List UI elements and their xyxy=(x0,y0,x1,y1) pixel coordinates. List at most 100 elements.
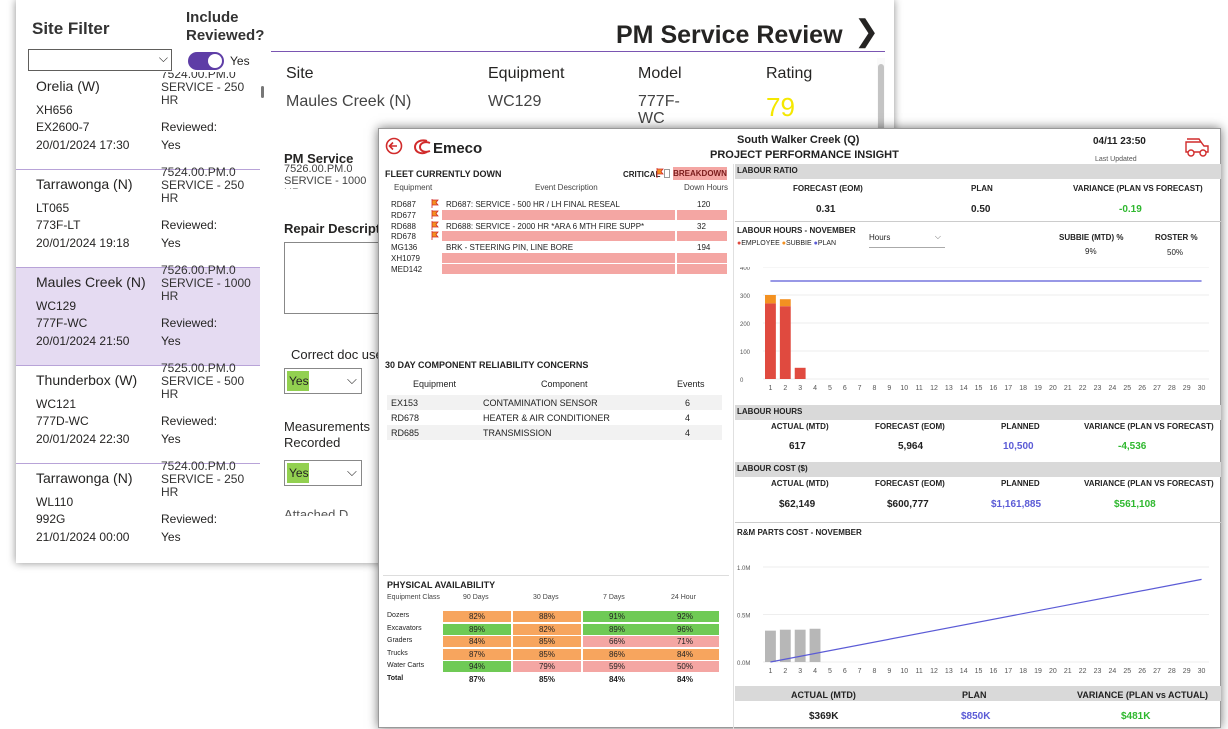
fleet-hours: 120 xyxy=(697,200,711,209)
x-tick-label: 25 xyxy=(1123,385,1131,392)
back-arrow-icon[interactable] xyxy=(385,137,403,155)
x-tick-label: 8 xyxy=(873,668,877,675)
x-tick-label: 11 xyxy=(915,385,922,392)
hours-dropdown[interactable]: Hours ⌵ xyxy=(869,232,945,248)
critical-flag-icon xyxy=(431,231,439,241)
breakdown-highlight xyxy=(442,253,675,263)
x-tick-label: 30 xyxy=(1198,668,1206,675)
list-item[interactable]: Thunderbox (W) WC121 777D-WC 20/01/2024 22:… xyxy=(16,362,260,464)
y-tick-label: 400 xyxy=(740,267,751,272)
list-item[interactable]: Tarrawonga (N) LT065 773F-LT 20/01/2024 19:… xyxy=(16,166,260,268)
rel-col-component: Component xyxy=(541,379,588,389)
x-tick-label: 27 xyxy=(1153,668,1161,675)
last-updated-time: 04/11 23:50 xyxy=(1093,136,1146,147)
critical-checkbox[interactable] xyxy=(664,169,670,178)
x-tick-label: 20 xyxy=(1049,385,1057,392)
labour-hours-bar xyxy=(735,405,1221,420)
emeco-logo-icon xyxy=(413,139,431,155)
x-tick-label: 17 xyxy=(1004,668,1012,675)
x-tick-label: 10 xyxy=(900,385,908,392)
site-filter-label: Site Filter xyxy=(32,19,110,38)
fleet-equipment: XH1079 xyxy=(391,254,420,263)
list-item[interactable]: Orelia (W) XH656 EX2600-7 20/01/2024 17:30 7… xyxy=(16,72,260,170)
selected-value: Yes xyxy=(287,463,309,483)
labour-cost-title: LABOUR COST ($) xyxy=(737,464,808,473)
chevron-down-icon: ⌵ xyxy=(347,464,357,479)
repair-description-input[interactable] xyxy=(284,242,380,314)
lr-forecast-value: 0.31 xyxy=(816,204,836,215)
x-tick-label: 16 xyxy=(990,385,998,392)
chart-legend: ●EMPLOYEE ●SUBBIE ●PLAN xyxy=(737,240,837,247)
card-model: EX2600-7 xyxy=(36,120,90,134)
labour-ratio-title: LABOUR RATIO xyxy=(737,166,798,175)
card-reviewed: Yes xyxy=(161,530,181,544)
pa-cell: 92% xyxy=(651,611,719,622)
x-tick-label: 15 xyxy=(975,385,983,392)
y-tick-label: 300 xyxy=(740,294,751,300)
reliability-row[interactable] xyxy=(387,425,722,440)
x-tick-label: 29 xyxy=(1183,668,1191,675)
critical-legend-label: CRITICAL xyxy=(623,170,661,179)
site-filter-dropdown[interactable]: ⌵ xyxy=(28,49,172,71)
selected-value: Yes xyxy=(287,371,309,391)
card-datetime: 20/01/2024 19:18 xyxy=(36,236,130,250)
x-tick-label: 9 xyxy=(887,668,891,675)
equipment-header: Equipment xyxy=(488,65,565,82)
card-datetime: 20/01/2024 17:30 xyxy=(36,138,130,152)
lr-plan-header: PLAN xyxy=(971,184,993,193)
x-tick-label: 12 xyxy=(930,385,938,392)
breakdown-highlight xyxy=(677,253,727,263)
card-reviewed-label: Reviewed: xyxy=(161,512,218,526)
list-scrollbar[interactable] xyxy=(260,72,266,542)
x-tick-label: 12 xyxy=(930,668,938,675)
lc-variance-value: $561,108 xyxy=(1114,499,1156,510)
include-reviewed-toggle[interactable] xyxy=(188,52,224,70)
col-down-hours: Down Hours xyxy=(684,183,729,192)
x-tick-label: 25 xyxy=(1123,668,1131,675)
correct-doc-select[interactable]: Yes ⌵ xyxy=(284,368,362,394)
lc-planned-value: $1,161,885 xyxy=(991,499,1042,510)
pa-header: 7 Days xyxy=(603,594,625,601)
list-item[interactable]: Maules Creek (N) WC129 777F-WC 20/01/2024 2… xyxy=(16,264,260,366)
rm-parts-title: R&M PARTS COST - NOVEMBER xyxy=(737,528,862,537)
fleet-event: BRK - STEERING PIN, LINE BORE xyxy=(446,243,574,253)
chevron-down-icon: ⌵ xyxy=(158,51,168,65)
rm-plan-header: PLAN xyxy=(962,690,987,700)
card-site: Tarrawonga (N) xyxy=(36,470,133,486)
x-tick-label: 23 xyxy=(1094,385,1102,392)
equipment-value: WC129 xyxy=(488,93,542,110)
lh-forecast-value: 5,964 xyxy=(898,441,924,452)
y-tick-label: 100 xyxy=(740,350,751,356)
list-item[interactable]: Tarrawonga (N) WL110 992G 21/01/2024 00:00 7… xyxy=(16,460,260,557)
fleet-event: RD687: SERVICE - 500 HR / LH FINAL RESEA… xyxy=(446,200,620,209)
rel-equipment: RD685 xyxy=(391,428,420,438)
x-tick-label: 5 xyxy=(828,385,832,392)
pa-class: Excavators xyxy=(387,624,422,632)
pa-class: Graders xyxy=(387,637,413,644)
roster-label: ROSTER % xyxy=(1155,233,1198,242)
site-header: Site xyxy=(286,65,314,82)
emeco-dashboard: Emeco South Walker Creek (Q) PROJECT PER… xyxy=(378,128,1221,729)
x-tick-label: 19 xyxy=(1034,668,1042,675)
y-tick-label: 0 xyxy=(740,378,744,384)
correct-doc-label: Correct doc used xyxy=(291,347,390,362)
service-list: Orelia (W) XH656 EX2600-7 20/01/2024 17:30 7… xyxy=(16,72,260,557)
employee-bar xyxy=(779,306,791,379)
x-tick-label: 22 xyxy=(1079,668,1087,675)
pa-class: Water Carts xyxy=(387,662,425,669)
x-tick-label: 8 xyxy=(873,385,877,392)
lh-variance-header: VARIANCE (PLAN VS FORECAST) xyxy=(1084,422,1214,431)
chevron-right-icon[interactable]: ❯ xyxy=(854,14,879,49)
site-name: South Walker Creek (Q) xyxy=(737,134,860,146)
breakdown-highlight xyxy=(442,231,675,242)
fleet-down-title: FLEET CURRENTLY DOWN xyxy=(385,169,502,179)
physical-availability-title: PHYSICAL AVAILABILITY xyxy=(387,580,496,590)
card-service: 7524.00.PM.0 SERVICE - 250 HR xyxy=(161,72,245,104)
rating-header: Rating xyxy=(766,65,813,82)
y-tick-label: 1.0M xyxy=(737,566,750,572)
x-tick-label: 13 xyxy=(945,385,953,392)
legend-employee: EMPLOYEE xyxy=(741,240,780,247)
pa-total-cell: 87% xyxy=(468,674,485,684)
rating-value: 79 xyxy=(766,92,795,122)
measurements-select[interactable]: Yes ⌵ xyxy=(284,460,362,486)
